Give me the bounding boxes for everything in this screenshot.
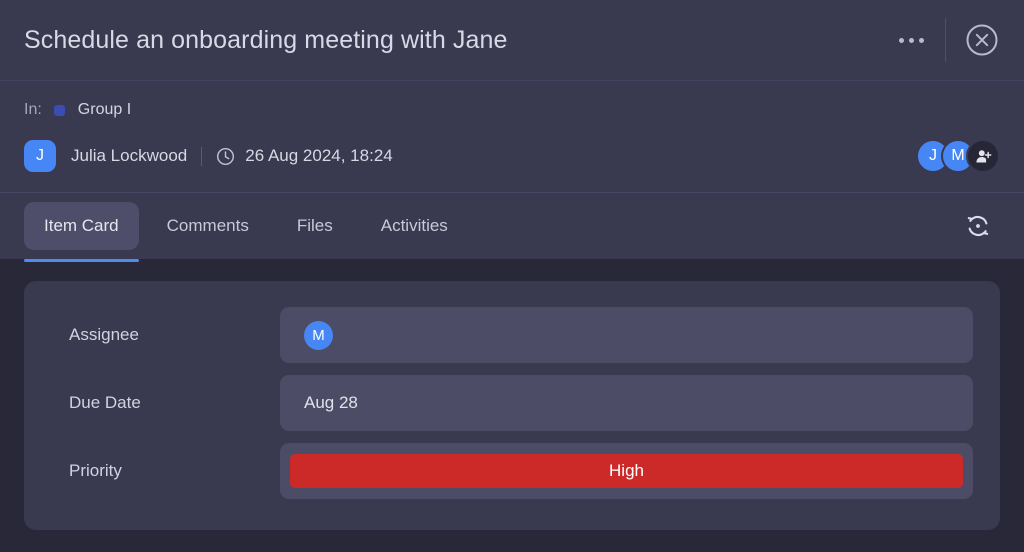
tab-activities[interactable]: Activities xyxy=(361,202,468,250)
meta-section: In: Group I J Julia Lockwood 26 Aug 2024… xyxy=(0,81,1024,178)
assignee-field[interactable]: M xyxy=(280,307,973,363)
page-title: Schedule an onboarding meeting with Jane xyxy=(24,25,508,54)
participant-avatars: J M xyxy=(916,139,1000,173)
item-detail-modal: Schedule an onboarding meeting with Jane… xyxy=(0,0,1024,552)
tab-label: Item Card xyxy=(44,216,119,235)
refresh-button[interactable] xyxy=(956,204,1000,248)
author-name: Julia Lockwood xyxy=(71,146,188,165)
add-person-icon xyxy=(975,149,991,163)
field-row-priority: Priority High xyxy=(46,443,973,499)
more-options-button[interactable] xyxy=(887,16,935,64)
meta-user-row: J Julia Lockwood 26 Aug 2024, 18:24 J M xyxy=(24,134,1000,178)
group-color-dot-icon xyxy=(53,104,65,116)
tabs-row: Item Card Comments Files Activities xyxy=(24,193,1000,262)
more-dot-icon xyxy=(918,37,924,43)
refresh-icon xyxy=(967,215,989,237)
breadcrumb: In: Group I xyxy=(24,97,1000,123)
add-person-button[interactable] xyxy=(966,139,1000,173)
tab-label: Activities xyxy=(380,216,448,235)
tab-comments[interactable]: Comments xyxy=(147,202,269,250)
close-button[interactable] xyxy=(960,18,1004,62)
tab-item-card[interactable]: Item Card xyxy=(24,202,139,262)
item-card-body: Assignee M Due Date Aug 28 Priority High xyxy=(0,259,1024,552)
meta-divider xyxy=(201,146,203,166)
priority-field[interactable]: High xyxy=(280,443,973,499)
fields-card: Assignee M Due Date Aug 28 Priority High xyxy=(24,281,1000,530)
timestamp: 26 Aug 2024, 18:24 xyxy=(245,146,393,165)
field-row-due-date: Due Date Aug 28 xyxy=(46,375,973,431)
status-badge: High xyxy=(290,454,963,488)
close-circle-icon xyxy=(966,24,998,56)
in-label: In: xyxy=(24,101,42,118)
avatar[interactable]: J xyxy=(24,140,56,172)
avatar: M xyxy=(304,320,333,350)
field-row-assignee: Assignee M xyxy=(46,307,973,363)
clock-icon xyxy=(216,147,235,166)
due-date-field[interactable]: Aug 28 xyxy=(280,375,973,431)
field-label: Due Date xyxy=(69,393,141,412)
tab-label: Files xyxy=(296,216,333,235)
field-label: Assignee xyxy=(69,325,139,344)
tabs-bar: Item Card Comments Files Activities xyxy=(0,192,1024,262)
modal-header: Schedule an onboarding meeting with Jane xyxy=(0,0,1024,81)
tab-files[interactable]: Files xyxy=(277,202,353,250)
group-name-link[interactable]: Group I xyxy=(78,101,131,119)
more-dot-icon xyxy=(898,37,904,43)
header-divider xyxy=(945,18,946,62)
more-dot-icon xyxy=(908,37,914,43)
tab-label: Comments xyxy=(166,216,249,235)
field-label: Priority xyxy=(69,461,122,480)
header-actions xyxy=(887,16,1004,64)
